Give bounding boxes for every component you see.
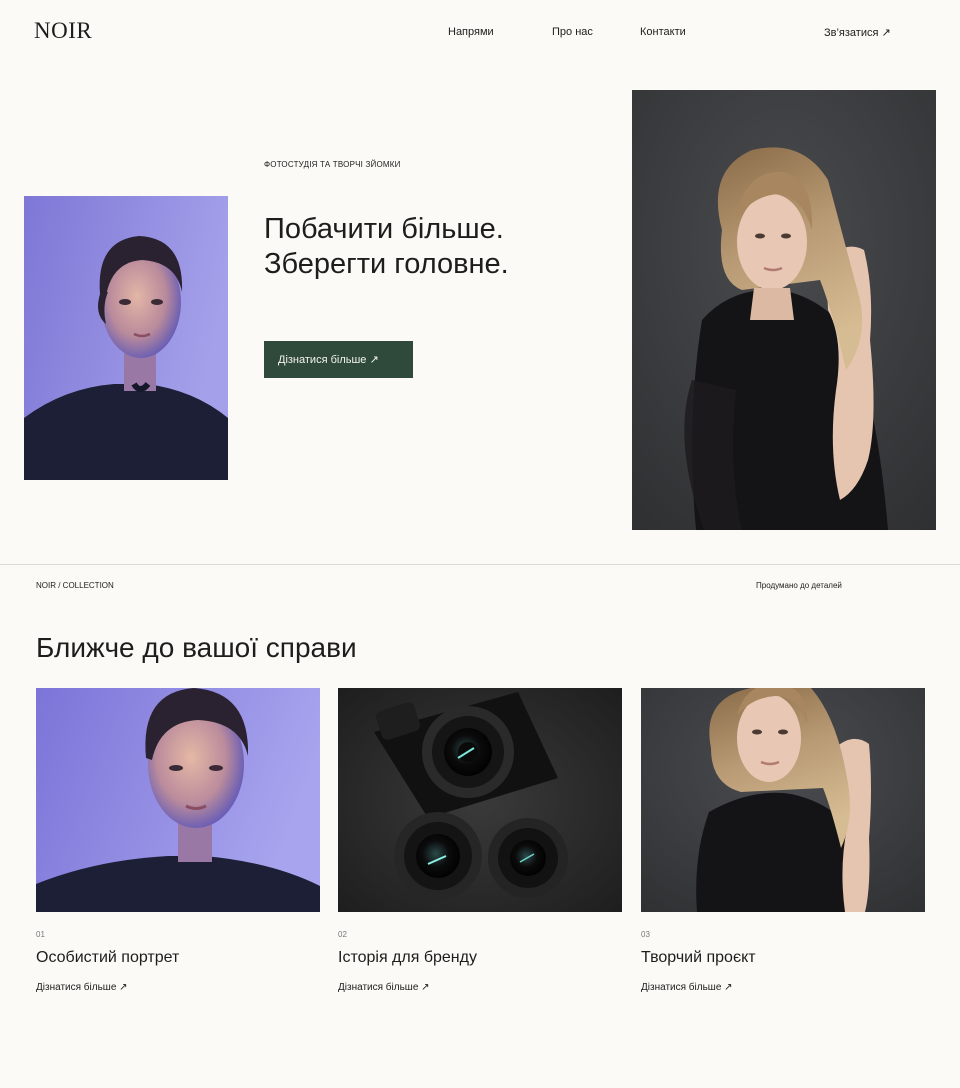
card-title: Історія для бренду — [338, 949, 477, 966]
card-number: 03 — [641, 930, 650, 939]
contact-link[interactable]: Зв’язатися ↗ — [824, 26, 891, 39]
learn-more-button[interactable]: Дізнатися більше ↗ — [264, 341, 413, 378]
section-divider — [0, 564, 960, 565]
service-card-brand-story[interactable]: 02 Історія для бренду Дізнатися більше ↗ — [338, 688, 622, 1008]
card-learn-more-link[interactable]: Дізнатися більше ↗ — [36, 982, 128, 993]
nav-item-contacts[interactable]: Контакти — [640, 26, 686, 38]
hero-title: Побачити більше. Зберегти головне. — [264, 212, 509, 282]
hero-portrait-dark-photo — [632, 90, 936, 530]
hero-title-line-2: Зберегти головне. — [264, 248, 509, 280]
card-photo-camera — [338, 688, 622, 912]
card-photo-creative — [641, 688, 925, 912]
collection-tagline: Продумано до деталей — [756, 581, 842, 590]
hero-title-line-1: Побачити більше. — [264, 213, 504, 245]
nav-item-about[interactable]: Про нас — [552, 26, 593, 38]
card-learn-more-link[interactable]: Дізнатися більше ↗ — [338, 982, 430, 993]
page: NOIR Напрями Про нас Контакти Зв’язатися… — [0, 0, 960, 1088]
card-number: 02 — [338, 930, 347, 939]
hero-portrait-blue-photo — [24, 196, 228, 480]
logo[interactable]: NOIR — [34, 18, 92, 44]
card-number: 01 — [36, 930, 45, 939]
nav-item-napryamy[interactable]: Напрями — [448, 26, 494, 38]
hero-eyebrow: ФОТОСТУДІЯ ТА ТВОРЧІ ЗЙОМКИ — [264, 160, 401, 169]
service-card-creative-project[interactable]: 03 Творчий проєкт Дізнатися більше ↗ — [641, 688, 925, 1008]
card-title: Творчий проєкт — [641, 949, 756, 966]
card-title: Особистий портрет — [36, 949, 180, 966]
section-title: Ближче до вашої справи — [36, 632, 357, 663]
collection-label: NOIR / COLLECTION — [36, 581, 114, 590]
card-photo-portrait — [36, 688, 320, 912]
card-learn-more-link[interactable]: Дізнатися більше ↗ — [641, 982, 733, 993]
service-card-personal-portrait[interactable]: 01 Особистий портрет Дізнатися більше ↗ — [36, 688, 320, 1008]
